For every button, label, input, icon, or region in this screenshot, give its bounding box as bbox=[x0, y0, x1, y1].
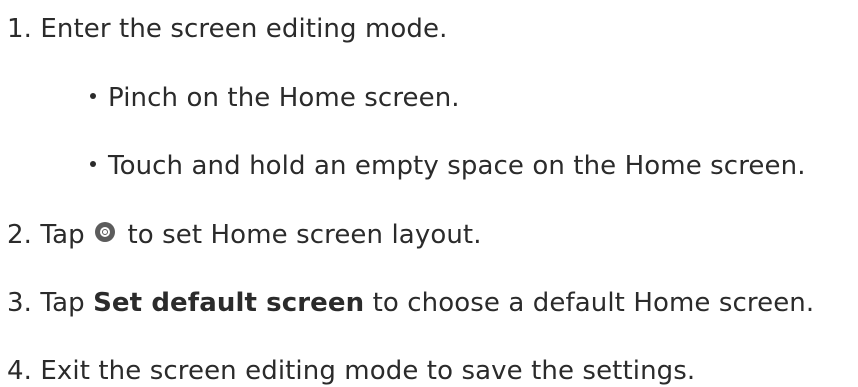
step-2: 2. Tap to set Home screen layout. bbox=[7, 219, 482, 251]
step-text: Enter the screen editing mode. bbox=[40, 14, 448, 44]
step-suffix: to choose a default Home screen. bbox=[372, 288, 815, 318]
step-3: 3. Tap Set default screen to choose a de… bbox=[7, 287, 814, 319]
step-4: 4. Exit the screen editing mode to save … bbox=[7, 355, 695, 387]
step-prefix: Tap bbox=[40, 220, 85, 250]
step-number: 1. bbox=[7, 14, 33, 44]
step-prefix: Tap bbox=[40, 288, 85, 318]
bullet-text: Pinch on the Home screen. bbox=[108, 83, 460, 113]
bullet-icon bbox=[90, 92, 96, 99]
step-number: 3. bbox=[7, 288, 33, 318]
step-suffix: to set Home screen layout. bbox=[127, 220, 482, 250]
step-number: 2. bbox=[7, 220, 33, 250]
set-default-screen-label: Set default screen bbox=[93, 288, 365, 318]
bullet-text: Touch and hold an empty space on the Hom… bbox=[108, 151, 806, 181]
settings-gear-icon bbox=[95, 221, 116, 242]
step-1: 1. Enter the screen editing mode. bbox=[7, 13, 447, 45]
step-text: Exit the screen editing mode to save the… bbox=[40, 356, 696, 386]
bullet-item: Pinch on the Home screen. bbox=[90, 82, 460, 114]
bullet-item: Touch and hold an empty space on the Hom… bbox=[90, 150, 806, 182]
bullet-icon bbox=[90, 160, 96, 167]
step-number: 4. bbox=[7, 356, 33, 386]
